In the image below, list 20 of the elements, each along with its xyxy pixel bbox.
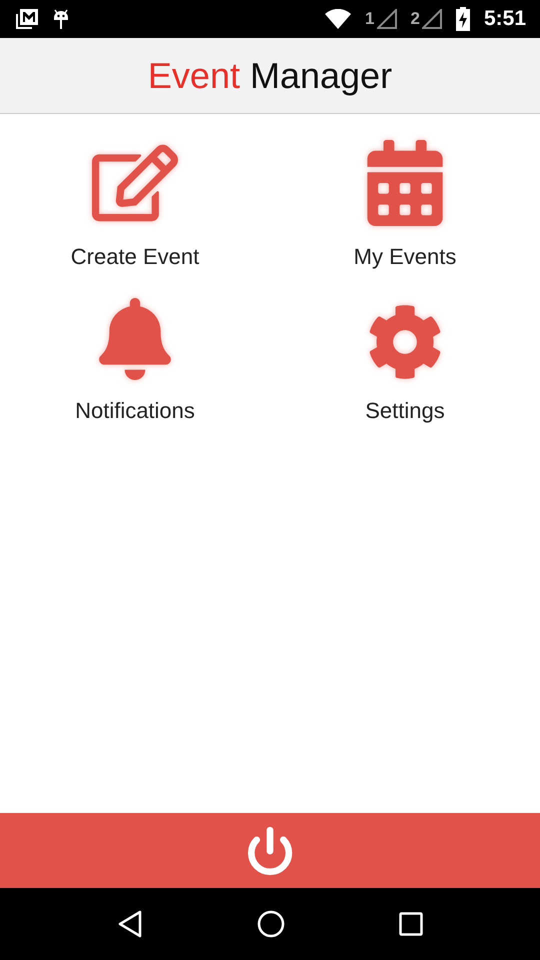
back-button[interactable] [117,910,143,938]
menu-label[interactable]: My Events [354,244,456,270]
settings-icon [367,304,443,380]
sim-number: 2 [410,9,420,29]
wifi-icon [325,9,352,29]
menu-label[interactable]: Create Event [70,244,200,270]
sim-number: 1 [365,9,374,29]
mail-icon [16,9,38,29]
app-title: Manager [250,54,392,96]
menu-label[interactable]: Settings [365,398,445,424]
signal-icon [422,9,442,29]
power-button[interactable] [245,826,295,876]
signal-icon [376,9,396,29]
battery-charging-icon [456,7,470,31]
app-title: Event [148,54,240,96]
clock-time: 5:51 [484,7,526,31]
recents-button[interactable] [399,912,423,936]
menu-label[interactable]: Notifications [75,398,195,424]
android-icon [52,8,70,30]
home-button[interactable] [257,910,285,938]
